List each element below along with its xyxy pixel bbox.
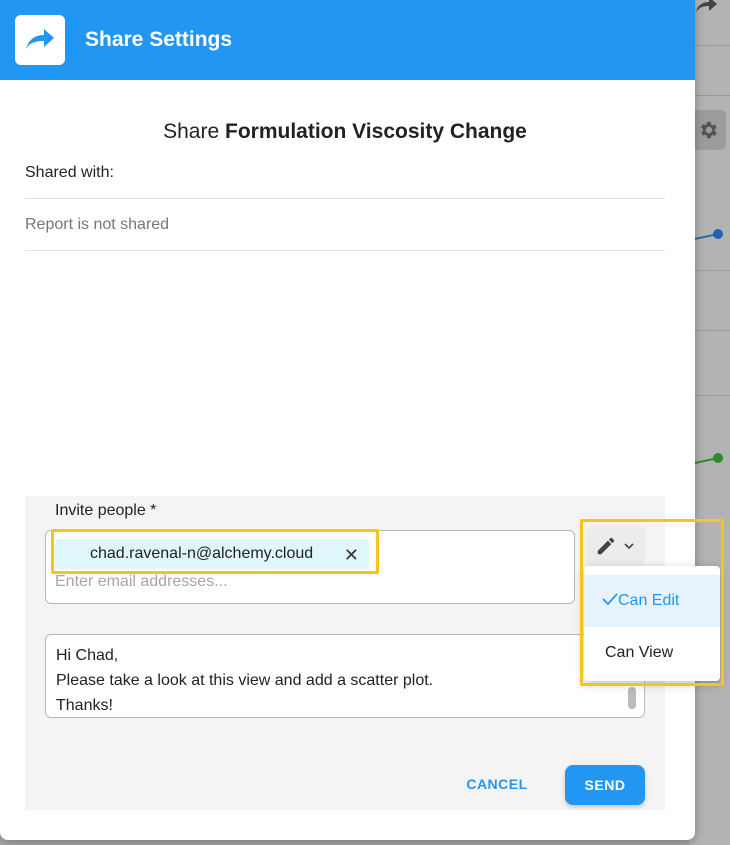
dialog-title: Share Settings <box>85 28 233 51</box>
not-shared-text: Report is not shared <box>25 216 170 233</box>
divider <box>25 198 665 199</box>
background-series-line <box>690 457 719 465</box>
report-name: Formulation Viscosity Change <box>225 120 527 143</box>
shared-with-label: Shared with: <box>25 164 114 181</box>
background-gridline <box>690 330 730 331</box>
background-gridline <box>690 270 730 271</box>
email-input[interactable] <box>55 573 555 591</box>
background-point <box>713 453 723 463</box>
permission-dropdown-button[interactable] <box>585 526 645 566</box>
menu-item-label: Can Edit <box>618 592 680 609</box>
share-settings-dialog: Share Settings Share Formulation Viscosi… <box>0 0 695 840</box>
send-button[interactable]: SEND <box>565 765 645 805</box>
background-gear-icon <box>690 110 726 150</box>
email-chip-input[interactable]: chad.ravenal-n@alchemy.cloud ✕ <box>45 530 575 604</box>
cancel-button[interactable]: CANCEL <box>449 766 545 802</box>
share-heading: Share Formulation Viscosity Change <box>0 120 690 144</box>
menu-item-can-edit[interactable]: Can Edit <box>584 575 720 627</box>
background-divider <box>690 45 730 46</box>
checkmark-icon <box>584 592 618 611</box>
divider <box>25 250 665 251</box>
message-textarea[interactable]: Hi Chad, Please take a look at this view… <box>45 634 645 718</box>
share-arrow-icon <box>15 15 65 65</box>
background-divider <box>690 95 730 96</box>
background-series-line <box>690 233 719 241</box>
message-line: Hi Chad, <box>56 647 119 664</box>
textarea-scrollbar[interactable] <box>628 687 636 709</box>
pencil-icon <box>597 537 615 555</box>
background-share-icon <box>696 0 717 12</box>
menu-item-can-view[interactable]: Can View <box>584 627 720 679</box>
email-chip: chad.ravenal-n@alchemy.cloud ✕ <box>55 539 369 569</box>
chevron-down-icon <box>624 543 634 550</box>
permission-menu: Can Edit Can View <box>584 566 720 681</box>
background-gridline <box>690 395 730 396</box>
remove-chip-icon[interactable]: ✕ <box>344 545 359 566</box>
invite-panel: Invite people * chad.ravenal-n@alchemy.c… <box>25 496 665 810</box>
dialog-header: Share Settings <box>0 0 695 80</box>
background-point <box>713 229 723 239</box>
share-heading-prefix: Share <box>163 120 220 143</box>
message-line: Please take a look at this view and add … <box>56 672 434 689</box>
invite-people-label: Invite people * <box>55 502 157 519</box>
message-line: Thanks! <box>56 697 113 714</box>
email-chip-label: chad.ravenal-n@alchemy.cloud <box>90 545 314 562</box>
menu-item-label: Can View <box>605 644 674 661</box>
